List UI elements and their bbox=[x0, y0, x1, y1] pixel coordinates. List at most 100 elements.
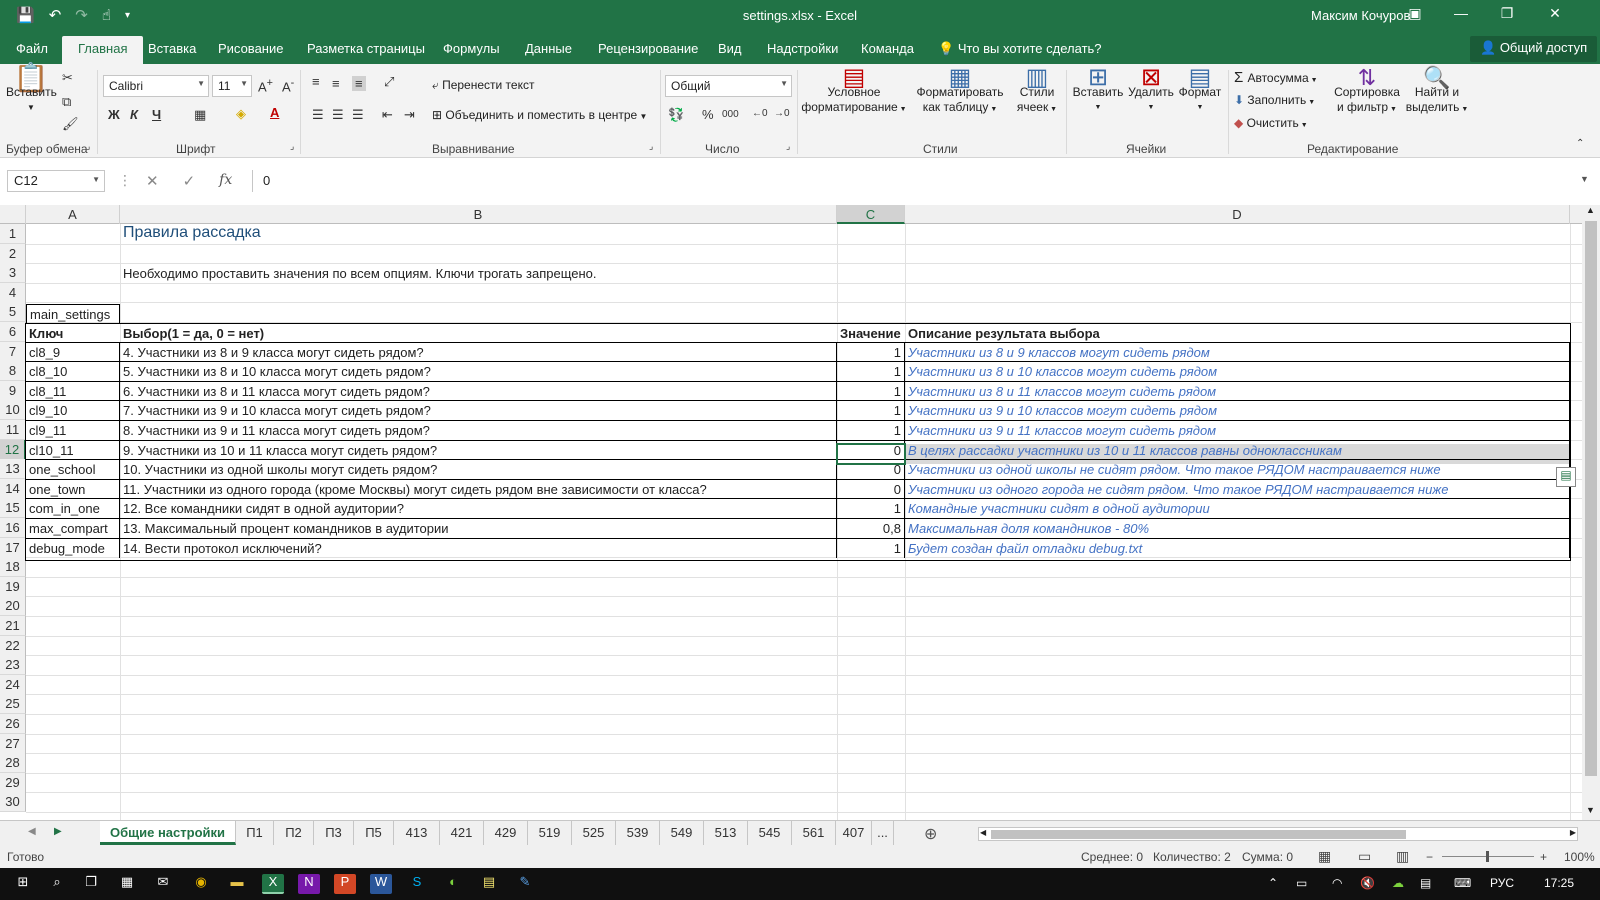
sheet-tab[interactable]: 561 bbox=[792, 821, 836, 845]
value-cell[interactable]: 1 bbox=[837, 498, 905, 519]
volume-muted-icon[interactable]: 🔇 bbox=[1360, 876, 1375, 890]
copy-icon[interactable]: ⧉ bbox=[62, 94, 71, 110]
decrease-font-icon[interactable]: A- bbox=[282, 77, 294, 94]
row-header[interactable]: 6 bbox=[0, 322, 26, 342]
sheet-tab[interactable]: 407 bbox=[836, 821, 872, 845]
description-cell[interactable]: Командные участники сидят в одной аудито… bbox=[905, 498, 1570, 519]
number-format-combo[interactable]: Общий ▼ bbox=[665, 75, 792, 97]
formula-bar-splitter-icon[interactable]: ⋮ bbox=[118, 172, 132, 189]
align-center-icon[interactable]: ☰ bbox=[332, 107, 344, 123]
sheet-tab[interactable]: 429 bbox=[484, 821, 528, 845]
scroll-right-icon[interactable]: ▶ bbox=[1570, 828, 1576, 837]
zoom-level[interactable]: 100% bbox=[1564, 850, 1595, 864]
row-header[interactable]: 12 bbox=[0, 439, 26, 460]
align-right-icon[interactable]: ☰ bbox=[352, 107, 364, 123]
pen-icon[interactable]: ✎ bbox=[514, 874, 536, 894]
value-cell[interactable]: 0 bbox=[837, 478, 905, 499]
normal-view-icon[interactable]: ▦ bbox=[1318, 848, 1331, 865]
tab-insert[interactable]: Вставка bbox=[148, 41, 196, 56]
function-icon[interactable]: fx bbox=[219, 172, 232, 190]
zoom-slider-thumb[interactable] bbox=[1486, 851, 1489, 862]
row-header[interactable]: 25 bbox=[0, 694, 26, 715]
row-header[interactable]: 13 bbox=[0, 459, 26, 480]
sheet-tab[interactable]: 549 bbox=[660, 821, 704, 845]
onenote-icon[interactable]: N bbox=[298, 874, 320, 894]
choice-cell[interactable]: 4. Участники из 8 и 9 класса могут сидет… bbox=[120, 341, 837, 362]
sheet-tab[interactable]: П2 bbox=[274, 821, 314, 845]
sheet-tab[interactable]: 519 bbox=[528, 821, 572, 845]
section-label[interactable]: main_settings bbox=[26, 304, 120, 324]
format-cells-button[interactable]: ▤ Формат ▼ bbox=[1176, 66, 1224, 115]
collapse-ribbon-icon[interactable]: ⌃ bbox=[1576, 138, 1584, 149]
row-header[interactable]: 1 bbox=[0, 224, 26, 244]
row-header[interactable]: 7 bbox=[0, 341, 26, 362]
row-header[interactable]: 5 bbox=[0, 302, 26, 323]
tab-addins[interactable]: Надстройки bbox=[767, 41, 838, 56]
powerpoint-icon[interactable]: P bbox=[334, 874, 356, 894]
word-icon[interactable]: W bbox=[370, 874, 392, 894]
row-header[interactable]: 26 bbox=[0, 714, 26, 734]
key-cell[interactable]: cl9_11 bbox=[26, 420, 120, 440]
increase-decimal-icon[interactable]: ←0 bbox=[752, 108, 768, 119]
format-painter-icon[interactable]: 🖌 bbox=[62, 116, 79, 132]
currency-icon[interactable]: 💱 bbox=[668, 107, 684, 123]
row-header[interactable]: 22 bbox=[0, 635, 26, 656]
orientation-icon[interactable]: ⤢ bbox=[384, 74, 394, 90]
delete-cells-button[interactable]: ⊠ Удалить ▼ bbox=[1126, 66, 1176, 115]
font-name-combo[interactable]: Calibri ▼ bbox=[103, 75, 209, 97]
value-cell[interactable]: 1 bbox=[837, 420, 905, 440]
scroll-up-icon[interactable]: ▲ bbox=[1586, 205, 1595, 215]
tab-draw[interactable]: Рисование bbox=[218, 41, 283, 56]
column-header-d[interactable]: D bbox=[905, 205, 1570, 224]
name-box[interactable]: C12 ▼ bbox=[7, 170, 105, 192]
add-sheet-icon[interactable]: ⊕ bbox=[924, 824, 937, 844]
tab-file[interactable]: Файл bbox=[16, 41, 48, 56]
language-indicator[interactable]: РУС bbox=[1490, 876, 1514, 890]
more-sheets-button[interactable]: ... bbox=[872, 821, 894, 845]
description-cell[interactable]: Будет создан файл отладки debug.txt bbox=[905, 537, 1570, 558]
formula-input[interactable]: 0 bbox=[252, 170, 1592, 192]
italic-button[interactable]: К bbox=[130, 107, 138, 122]
search-icon[interactable]: ⌕ bbox=[46, 874, 68, 894]
tab-view[interactable]: Вид bbox=[718, 41, 742, 56]
scroll-down-icon[interactable]: ▼ bbox=[1586, 805, 1595, 815]
dialog-launcher-icon[interactable]: ⌟ bbox=[786, 141, 790, 152]
choice-cell[interactable]: 13. Максимальный процент командников в а… bbox=[120, 518, 837, 538]
key-cell[interactable]: cl8_10 bbox=[26, 361, 120, 382]
mail-icon[interactable]: ✉ bbox=[152, 874, 174, 894]
sheet-tab[interactable]: Общие настройки bbox=[100, 821, 236, 845]
description-cell[interactable]: Участники из 8 и 9 классов могут сидеть … bbox=[905, 341, 1570, 362]
tab-page-layout[interactable]: Разметка страницы bbox=[307, 41, 425, 56]
clock[interactable]: 17:25 bbox=[1544, 876, 1574, 890]
vertical-scrollbar[interactable]: ▲ ▼ bbox=[1582, 205, 1600, 820]
description-cell[interactable]: Участники из 9 и 11 классов могут сидеть… bbox=[905, 420, 1570, 440]
decrease-decimal-icon[interactable]: →0 bbox=[774, 108, 790, 119]
dialog-launcher-icon[interactable]: ⌟ bbox=[290, 141, 294, 152]
sheet-tab[interactable]: П3 bbox=[314, 821, 354, 845]
clear-button[interactable]: ◆ Очистить ▼ bbox=[1234, 116, 1308, 133]
bold-button[interactable]: Ж bbox=[108, 107, 120, 122]
row-header[interactable]: 30 bbox=[0, 792, 26, 813]
cloud-sync-icon[interactable]: ☁ bbox=[1392, 876, 1404, 890]
zoom-out-icon[interactable]: − bbox=[1426, 850, 1433, 864]
prev-sheet-icon[interactable]: ◀ bbox=[28, 826, 36, 837]
description-cell[interactable]: Участники из одной школы не сидят рядом.… bbox=[905, 459, 1570, 480]
key-cell[interactable]: max_compart bbox=[26, 518, 120, 538]
column-header-b[interactable]: B bbox=[120, 205, 837, 224]
row-header[interactable]: 2 bbox=[0, 243, 26, 264]
dialog-launcher-icon[interactable]: ⌟ bbox=[649, 141, 653, 152]
underline-button[interactable]: Ч bbox=[152, 107, 161, 122]
fill-color-icon[interactable]: ◈ bbox=[236, 106, 246, 122]
key-cell[interactable]: cl8_11 bbox=[26, 380, 120, 401]
row-header[interactable]: 21 bbox=[0, 616, 26, 636]
skype-icon[interactable]: S bbox=[406, 874, 428, 894]
align-left-icon[interactable]: ☰ bbox=[312, 107, 324, 123]
key-cell[interactable]: one_town bbox=[26, 478, 120, 499]
row-header[interactable]: 14 bbox=[0, 478, 26, 499]
dialog-launcher-icon[interactable]: ⌟ bbox=[86, 141, 90, 152]
task-view-icon[interactable]: ❐ bbox=[80, 874, 102, 894]
choice-cell[interactable]: 14. Вести протокол исключений? bbox=[120, 537, 837, 558]
wrap-text-button[interactable]: ⤶ Перенести текст bbox=[432, 78, 534, 93]
value-cell[interactable]: 0,8 bbox=[837, 518, 905, 538]
cut-icon[interactable]: ✂ bbox=[62, 70, 73, 86]
